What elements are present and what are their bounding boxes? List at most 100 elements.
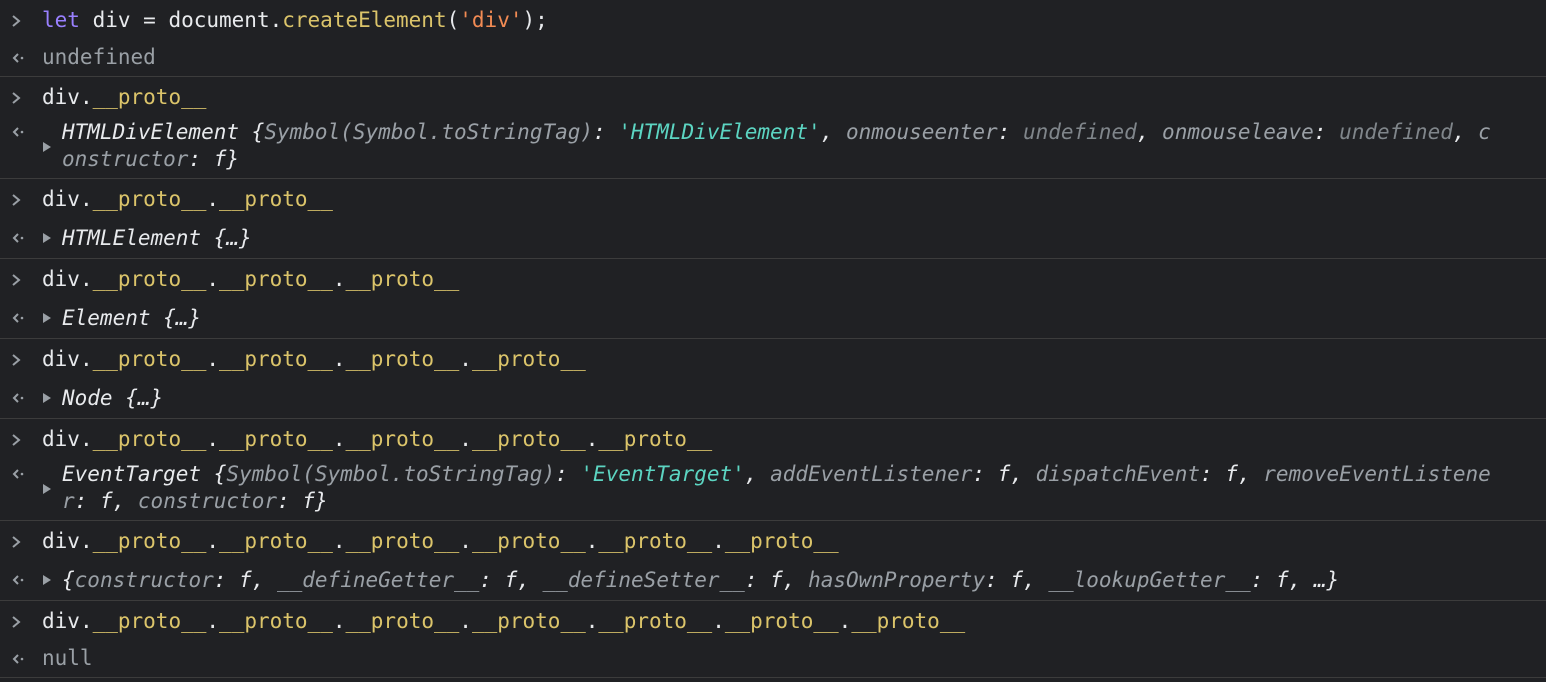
prop-value: f (504, 567, 518, 592)
punct: , (820, 120, 846, 144)
proto-accessor: __proto__ (598, 529, 713, 553)
console-output-line[interactable]: EventTarget {Symbol(Symbol.toStringTag):… (0, 458, 1546, 520)
console-output-line[interactable]: Element {…} (0, 298, 1546, 338)
prop-key: constructor (74, 567, 214, 592)
punct: : (997, 120, 1023, 144)
return-arrow-icon (0, 652, 42, 666)
proto-accessor: __proto__ (92, 187, 207, 211)
string-literal: 'div' (459, 8, 523, 32)
punct: : (985, 567, 1011, 592)
console-entry: div.__proto__.__proto__.__proto__.__prot… (0, 419, 1546, 521)
console-output-line[interactable]: {constructor: f, __defineGetter__: f, __… (0, 560, 1546, 600)
object-text: EventTarget {Symbol(Symbol.toStringTag):… (62, 461, 1502, 515)
dot: . (712, 529, 725, 553)
input-code: div.__proto__.__proto__.__proto__.__prot… (42, 346, 1546, 373)
console-input-line[interactable]: div.__proto__ (0, 79, 1546, 116)
punct: , (251, 567, 277, 592)
input-code: div.__proto__.__proto__.__proto__ (42, 266, 1546, 293)
expand-triangle-icon[interactable] (42, 119, 62, 160)
prop-key: addEventListener (770, 462, 973, 486)
proto-accessor: __proto__ (92, 267, 207, 291)
proto-accessor: __proto__ (471, 529, 586, 553)
expand-triangle-icon[interactable] (42, 385, 62, 412)
proto-accessor: __proto__ (219, 529, 333, 553)
proto-accessor: __proto__ (92, 529, 207, 553)
class-name: EventTarget (62, 462, 202, 486)
punct: , (1136, 120, 1163, 144)
object-preview[interactable]: {constructor: f, __defineGetter__: f, __… (42, 567, 1546, 594)
punct: , (782, 567, 809, 592)
punct: … (1313, 567, 1327, 592)
console-input-line[interactable]: div.__proto__.__proto__.__proto__.__prot… (0, 603, 1546, 640)
punct: : (1200, 462, 1226, 486)
object-text: Node {…} (62, 385, 164, 410)
input-code: div.__proto__.__proto__.__proto__.__prot… (42, 608, 1546, 635)
punct: : (188, 147, 214, 171)
expand-triangle-icon[interactable] (42, 225, 62, 252)
console-output-line: null (0, 640, 1546, 677)
expand-triangle-icon[interactable] (42, 305, 62, 332)
punct: : (1250, 567, 1276, 592)
prop-value: f (770, 567, 783, 592)
console-input-line[interactable]: div.__proto__.__proto__.__proto__.__prot… (0, 341, 1546, 378)
class-name: HTMLDivElement (62, 120, 240, 144)
console-input-line[interactable]: div.__proto__.__proto__.__proto__ (0, 261, 1546, 298)
console-input-line[interactable]: div.__proto__.__proto__ (0, 181, 1546, 218)
prop-key: __defineGetter__ (276, 567, 480, 592)
punct: { (62, 567, 75, 592)
object-text: Element {…} (62, 305, 202, 330)
proto-accessor: __proto__ (92, 347, 207, 371)
console-output-line[interactable]: HTMLDivElement {Symbol(Symbol.toStringTa… (0, 116, 1546, 178)
proto-accessor: __proto__ (345, 529, 460, 553)
chevron-right-icon (0, 615, 42, 629)
identifier-div: div (42, 529, 80, 553)
console-entry: div.__proto__.__proto__.__proto__.__prot… (0, 601, 1546, 678)
proto-accessor: __proto__ (219, 427, 333, 451)
identifier-div: div (42, 187, 80, 211)
proto-accessor: __proto__ (598, 427, 713, 451)
return-arrow-icon (0, 51, 42, 65)
dot: . (459, 427, 472, 451)
object-preview[interactable]: Element {…} (42, 305, 1546, 332)
return-arrow-icon (0, 391, 42, 405)
object-preview[interactable]: HTMLDivElement {Symbol(Symbol.toStringTa… (42, 119, 1546, 173)
punct: } (226, 147, 240, 171)
chevron-right-icon (0, 433, 42, 447)
dot: . (79, 347, 93, 371)
prop-value: f (1225, 462, 1238, 486)
console-input-line[interactable]: let div = document.createElement('div'); (0, 2, 1546, 39)
input-code: div.__proto__ (42, 84, 1546, 111)
console-output-line[interactable]: Node {…} (0, 378, 1546, 418)
chevron-right-icon (0, 353, 42, 367)
proto-accessor: __proto__ (345, 267, 460, 291)
prop-key: constructor (137, 489, 277, 513)
dot: . (79, 187, 93, 211)
expand-triangle-icon[interactable] (42, 567, 62, 594)
object-preview[interactable]: EventTarget {Symbol(Symbol.toStringTag):… (42, 461, 1546, 515)
identifier-div: div (42, 347, 80, 371)
console-input-line[interactable]: div.__proto__.__proto__.__proto__.__prot… (0, 523, 1546, 560)
input-code: div.__proto__.__proto__.__proto__.__prot… (42, 426, 1546, 453)
console-output-line[interactable]: HTMLElement {…} (0, 218, 1546, 258)
punct: : (479, 567, 505, 592)
dot: . (585, 529, 599, 553)
punct: , (744, 462, 771, 486)
console-input-line[interactable]: div.__proto__.__proto__.__proto__.__prot… (0, 421, 1546, 458)
prop-value: f (1010, 567, 1024, 592)
code-text: ); (522, 8, 548, 32)
expand-triangle-icon[interactable] (42, 461, 62, 502)
keyword-let: let (42, 8, 80, 32)
return-arrow-icon (0, 311, 42, 325)
dot: . (838, 609, 852, 633)
object-preview[interactable]: Node {…} (42, 385, 1546, 412)
dot: . (206, 609, 220, 633)
output-value: null (42, 646, 93, 670)
punct: } (1326, 567, 1340, 592)
prop-key: onmouseenter (845, 120, 998, 144)
object-text: HTMLDivElement {Symbol(Symbol.toStringTa… (62, 119, 1502, 173)
prop-value: 'HTMLDivElement' (618, 120, 821, 144)
prop-key: Symbol(Symbol.toStringTag) (264, 120, 594, 144)
object-preview[interactable]: HTMLElement {…} (42, 225, 1546, 252)
dot: . (332, 427, 346, 451)
prop-value: 'EventTarget' (580, 462, 745, 486)
